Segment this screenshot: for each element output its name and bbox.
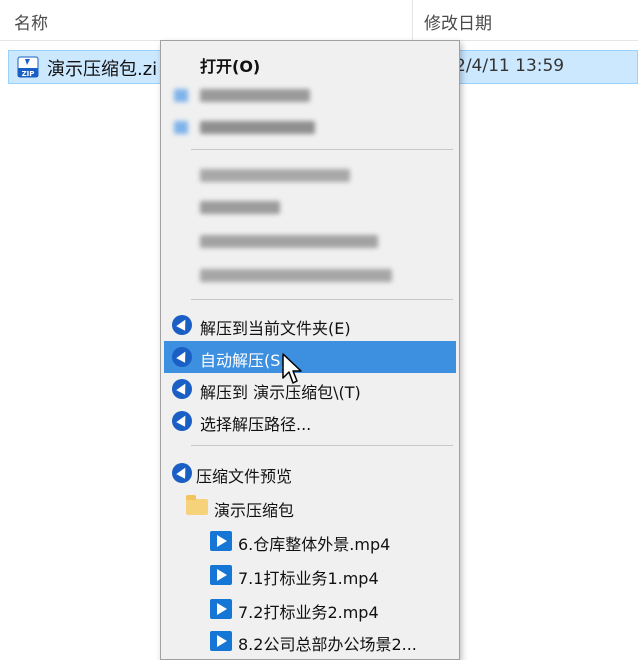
menu-item-extract-to[interactable]: 解压到 演示压缩包\(T): [164, 373, 456, 405]
bandizip-icon: [172, 379, 192, 399]
menu-item-blurred[interactable]: [164, 111, 456, 143]
menu-item-blurred[interactable]: [164, 259, 456, 291]
blurred-icon: [174, 89, 188, 102]
menu-item-blurred[interactable]: [164, 79, 456, 111]
sort-arrow-icon: ^: [200, 0, 212, 8]
blurred-label: [200, 201, 280, 214]
menu-item-auto-extract[interactable]: 自动解压(S): [164, 341, 456, 373]
menu-item-label: 自动解压(S): [200, 351, 287, 370]
name-column-header[interactable]: 名称: [14, 9, 48, 34]
blurred-label: [200, 121, 315, 134]
file-item-label: 7.1打标业务1.mp4: [238, 569, 379, 588]
mouse-pointer-icon: [282, 353, 302, 384]
menu-item-blurred[interactable]: [164, 159, 456, 191]
menu-item-open-label: 打开(O): [200, 57, 261, 76]
column-divider[interactable]: [412, 0, 413, 40]
preview-folder-item[interactable]: 演示压缩包: [164, 491, 456, 523]
context-menu: 打开(O) 解压到当前文件夹(E) 自动解压(S) 解压到 演示压缩包\(T) …: [160, 40, 460, 660]
file-modified-date: 2/4/11 13:59: [455, 56, 565, 76]
zip-icon: ZIP: [17, 56, 39, 78]
svg-text:ZIP: ZIP: [22, 70, 35, 78]
column-header: 名称 ^ 修改日期: [0, 0, 638, 41]
folder-icon: [186, 495, 208, 515]
menu-separator: [191, 445, 453, 446]
menu-item-open[interactable]: 打开(O): [164, 47, 456, 79]
preview-file-item[interactable]: 7.2打标业务2.mp4: [164, 593, 456, 625]
menu-item-label: 解压到当前文件夹(E): [200, 319, 351, 338]
blurred-label: [200, 89, 310, 102]
menu-item-label: 压缩文件预览: [196, 467, 293, 486]
bandizip-icon: [172, 411, 192, 431]
video-file-icon: [210, 531, 232, 551]
menu-item-extract-here[interactable]: 解压到当前文件夹(E): [164, 309, 456, 341]
menu-item-blurred[interactable]: [164, 191, 456, 223]
menu-item-blurred[interactable]: [164, 225, 456, 257]
menu-item-choose-path[interactable]: 选择解压路径...: [164, 405, 456, 437]
preview-file-item[interactable]: 7.1打标业务1.mp4: [164, 559, 456, 591]
menu-separator: [191, 299, 453, 300]
folder-label: 演示压缩包: [214, 501, 295, 520]
video-file-icon: [210, 565, 232, 585]
date-column-header[interactable]: 修改日期: [424, 9, 492, 34]
blurred-label: [200, 269, 392, 282]
video-file-icon: [210, 599, 232, 619]
file-name: 演示压缩包.zi: [47, 59, 158, 80]
bandizip-icon: [172, 347, 192, 367]
blurred-label: [200, 169, 350, 182]
preview-file-item[interactable]: 8.2公司总部办公场景2...: [164, 625, 456, 657]
bandizip-icon: [172, 463, 192, 483]
file-item-label: 7.2打标业务2.mp4: [238, 603, 379, 622]
menu-item-label: 选择解压路径...: [200, 415, 312, 434]
file-item-label: 8.2公司总部办公场景2...: [238, 635, 417, 654]
preview-file-item[interactable]: 6.仓库整体外景.mp4: [164, 525, 456, 557]
blurred-label: [200, 235, 378, 248]
file-item-label: 6.仓库整体外景.mp4: [238, 535, 391, 554]
bandizip-icon: [172, 315, 192, 335]
video-file-icon: [210, 631, 232, 651]
menu-separator: [191, 149, 453, 150]
blurred-icon: [174, 121, 188, 134]
menu-item-preview[interactable]: 压缩文件预览: [164, 457, 456, 489]
